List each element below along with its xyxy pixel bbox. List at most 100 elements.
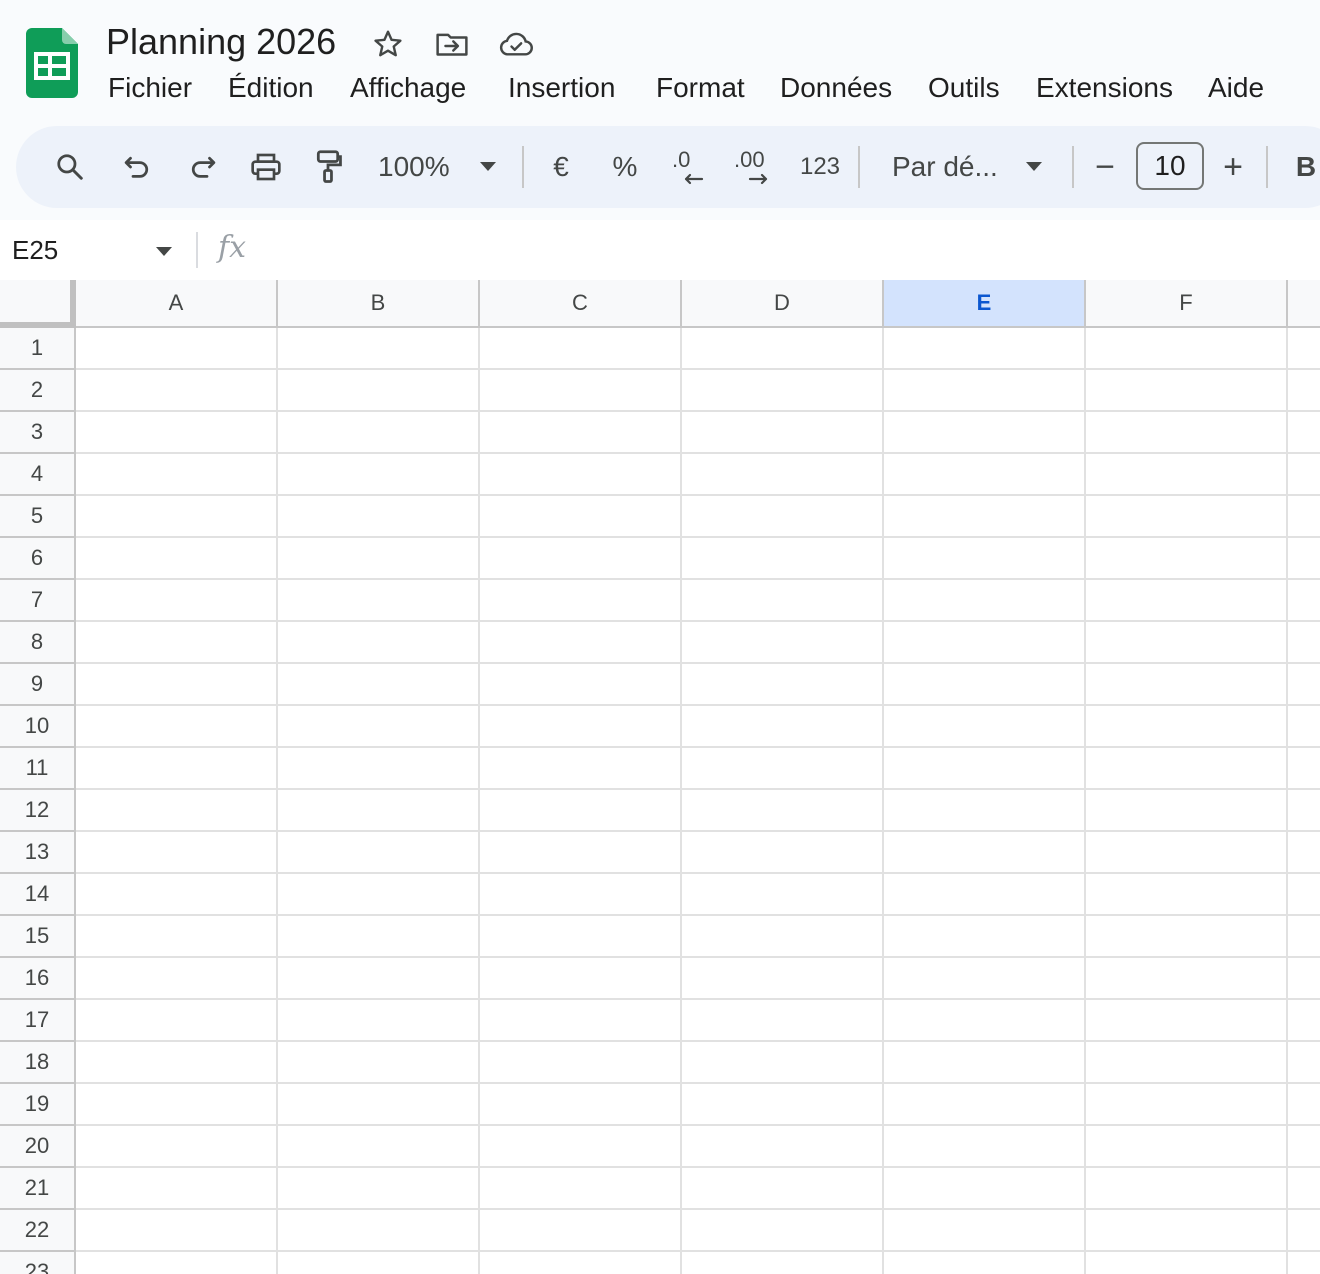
font-family-select[interactable]: Par dé... (892, 126, 1052, 208)
cell[interactable] (76, 1000, 278, 1042)
column-header[interactable]: F (1086, 280, 1288, 328)
cell[interactable] (480, 1084, 682, 1126)
cell[interactable] (1288, 958, 1320, 1000)
cell[interactable] (884, 538, 1086, 580)
cell[interactable] (278, 412, 480, 454)
row-header[interactable]: 4 (0, 454, 76, 496)
cell[interactable] (884, 706, 1086, 748)
cell[interactable] (278, 1210, 480, 1252)
cell[interactable] (1086, 454, 1288, 496)
cell[interactable] (480, 1168, 682, 1210)
cell[interactable] (278, 790, 480, 832)
cell[interactable] (278, 538, 480, 580)
cell[interactable] (1086, 1084, 1288, 1126)
cell[interactable] (278, 622, 480, 664)
row-header[interactable]: 3 (0, 412, 76, 454)
cell[interactable] (76, 664, 278, 706)
cell[interactable] (1086, 832, 1288, 874)
cell[interactable] (884, 1252, 1086, 1274)
cell[interactable] (76, 1210, 278, 1252)
star-icon[interactable] (370, 26, 406, 62)
cell[interactable] (76, 1168, 278, 1210)
cell[interactable] (884, 454, 1086, 496)
cell[interactable] (884, 1042, 1086, 1084)
cell[interactable] (682, 916, 884, 958)
cell[interactable] (480, 538, 682, 580)
row-header[interactable]: 23 (0, 1252, 76, 1274)
currency-format-button[interactable]: € (546, 126, 576, 208)
cell[interactable] (1288, 1000, 1320, 1042)
cell[interactable] (1288, 412, 1320, 454)
menu-edit[interactable]: Édition (228, 68, 314, 108)
cell[interactable] (1086, 874, 1288, 916)
cell[interactable] (480, 874, 682, 916)
cell[interactable] (76, 622, 278, 664)
cell[interactable] (1288, 1042, 1320, 1084)
cell[interactable] (884, 664, 1086, 706)
cell[interactable] (682, 328, 884, 370)
cell[interactable] (480, 580, 682, 622)
cell[interactable] (1288, 1126, 1320, 1168)
cell[interactable] (1086, 1252, 1288, 1274)
cell[interactable] (76, 958, 278, 1000)
cell[interactable] (76, 496, 278, 538)
cell[interactable] (682, 1210, 884, 1252)
cell[interactable] (1086, 706, 1288, 748)
cell[interactable] (884, 916, 1086, 958)
row-header[interactable]: 13 (0, 832, 76, 874)
cell[interactable] (1288, 1168, 1320, 1210)
cell[interactable] (76, 874, 278, 916)
search-menus-button[interactable] (50, 126, 90, 208)
cell[interactable] (682, 958, 884, 1000)
cell[interactable] (1288, 328, 1320, 370)
cell[interactable] (278, 1042, 480, 1084)
row-header[interactable]: 12 (0, 790, 76, 832)
more-formats-button[interactable]: 123 (798, 126, 842, 208)
redo-button[interactable] (182, 126, 222, 208)
cell[interactable] (480, 748, 682, 790)
row-header[interactable]: 1 (0, 328, 76, 370)
cell[interactable] (480, 664, 682, 706)
cell[interactable] (278, 580, 480, 622)
cell[interactable] (884, 832, 1086, 874)
cell[interactable] (480, 412, 682, 454)
cell[interactable] (682, 538, 884, 580)
cell[interactable] (278, 1084, 480, 1126)
cell[interactable] (1288, 832, 1320, 874)
row-header[interactable]: 5 (0, 496, 76, 538)
column-header[interactable]: C (480, 280, 682, 328)
cell[interactable] (682, 370, 884, 412)
name-box[interactable]: E25 (12, 234, 58, 266)
cell[interactable] (278, 706, 480, 748)
cell[interactable] (682, 1126, 884, 1168)
cell[interactable] (1086, 790, 1288, 832)
move-to-folder-icon[interactable] (434, 26, 470, 62)
cell[interactable] (278, 664, 480, 706)
cell[interactable] (1086, 580, 1288, 622)
cell[interactable] (76, 454, 278, 496)
paint-format-button[interactable] (308, 126, 348, 208)
cell[interactable] (884, 622, 1086, 664)
cell[interactable] (884, 874, 1086, 916)
cell[interactable] (480, 496, 682, 538)
cell[interactable] (480, 1042, 682, 1084)
cell[interactable] (682, 412, 884, 454)
cell[interactable] (1086, 538, 1288, 580)
cell[interactable] (1086, 412, 1288, 454)
cell[interactable] (480, 1126, 682, 1168)
bold-button[interactable]: B (1292, 126, 1320, 208)
cell[interactable] (1086, 748, 1288, 790)
cell[interactable] (682, 454, 884, 496)
cell[interactable] (278, 1126, 480, 1168)
menu-format[interactable]: Format (656, 68, 745, 108)
cell[interactable] (480, 1210, 682, 1252)
cell[interactable] (1288, 1084, 1320, 1126)
cell[interactable] (76, 412, 278, 454)
row-header[interactable]: 8 (0, 622, 76, 664)
cell[interactable] (278, 916, 480, 958)
cell[interactable] (1288, 1252, 1320, 1274)
column-header[interactable]: A (76, 280, 278, 328)
cell[interactable] (480, 328, 682, 370)
document-title[interactable]: Planning 2026 (106, 20, 336, 64)
cell[interactable] (1288, 790, 1320, 832)
